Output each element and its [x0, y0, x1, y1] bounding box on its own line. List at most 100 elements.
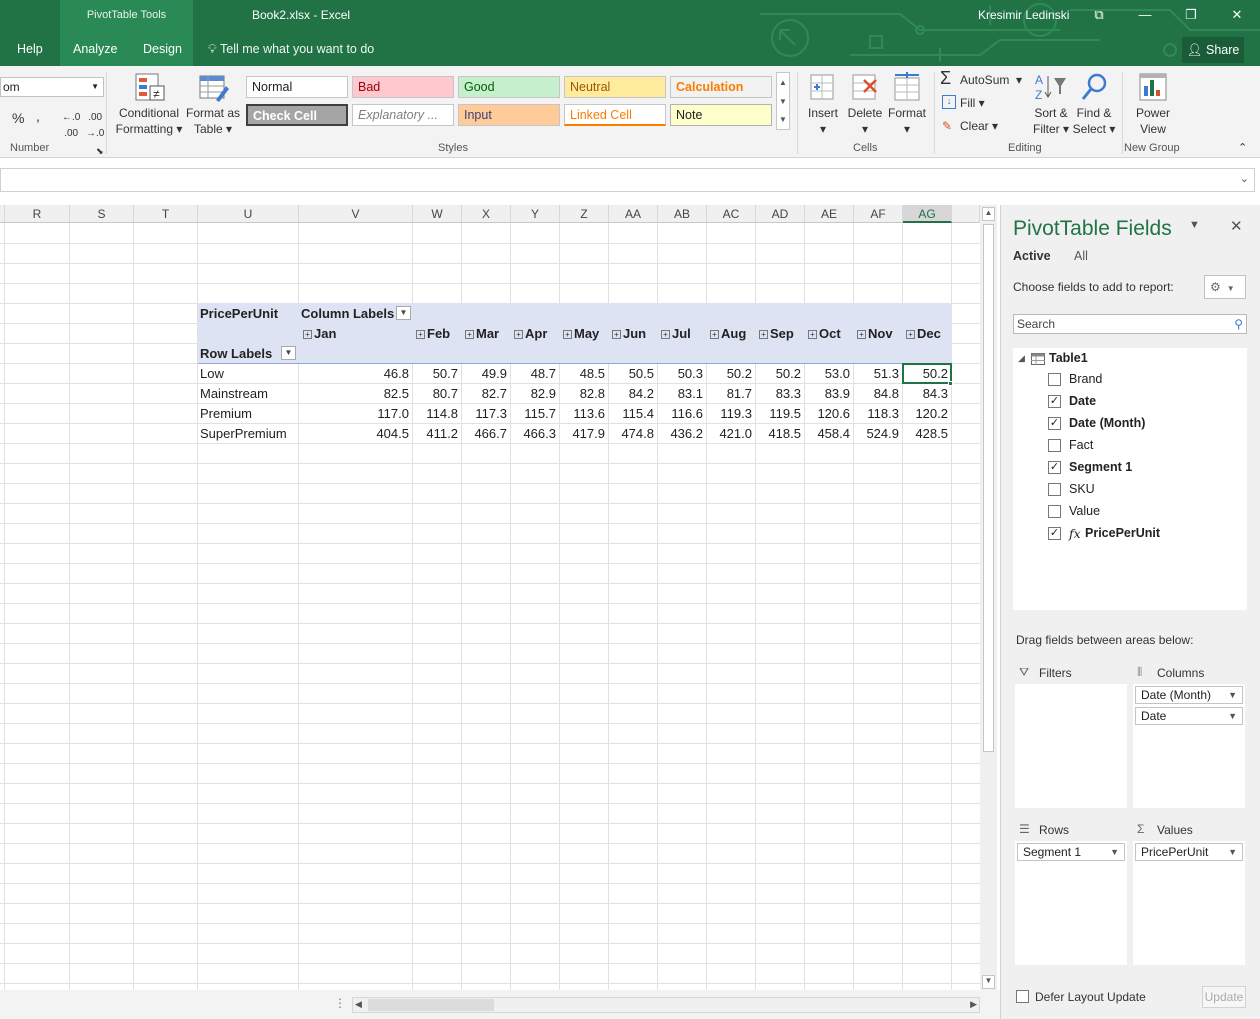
pivot-value-cell[interactable]: 404.5 — [309, 424, 409, 444]
insert-button[interactable]: Insert ▾ — [806, 105, 840, 137]
increase-decimal-icon[interactable]: ←.0.00 — [62, 110, 80, 142]
expand-formula-bar-icon[interactable]: ⌄ — [1240, 172, 1249, 185]
pivot-value-cell[interactable]: 120.6 — [804, 404, 850, 424]
pivot-row-label[interactable]: Premium — [200, 404, 252, 424]
pivot-value-cell[interactable]: 50.5 — [608, 364, 654, 384]
field-label[interactable]: Brand — [1069, 372, 1102, 386]
column-header-ac[interactable]: AC — [707, 205, 756, 223]
minimize-icon[interactable]: — — [1130, 4, 1160, 26]
pivot-value-cell[interactable]: 82.5 — [309, 384, 409, 404]
style-bad[interactable]: Bad — [352, 76, 454, 98]
pivot-value-cell[interactable]: 82.9 — [510, 384, 556, 404]
field-checkbox[interactable]: ✓ — [1048, 527, 1061, 540]
field-label[interactable]: PricePerUnit — [1085, 526, 1160, 540]
pivot-value-cell[interactable]: 474.8 — [608, 424, 654, 444]
field-checkbox[interactable] — [1048, 439, 1061, 452]
styles-gallery-scroll[interactable]: ▲ ▼ ▼ — [776, 72, 790, 130]
month-header-aug[interactable]: + Aug — [710, 324, 746, 344]
style-explanatory[interactable]: Explanatory ... — [352, 104, 454, 126]
collapse-ribbon-icon[interactable]: ⌃ — [1238, 140, 1247, 156]
tab-all[interactable]: All — [1074, 249, 1088, 263]
values-area[interactable]: PricePerUnit ▼ — [1133, 841, 1245, 965]
column-header-aa[interactable]: AA — [609, 205, 658, 223]
month-header-oct[interactable]: + Oct — [808, 324, 841, 344]
expand-plus-icon[interactable]: + — [303, 330, 312, 339]
scroll-up-arrow-icon[interactable]: ▲ — [982, 207, 995, 221]
tools-button[interactable]: ⚙ ▼ — [1204, 275, 1246, 299]
column-header-r[interactable]: R — [5, 205, 70, 223]
column-header-t[interactable]: T — [134, 205, 198, 223]
column-header-x[interactable]: X — [462, 205, 511, 223]
field-checkbox[interactable]: ✓ — [1048, 417, 1061, 430]
share-button[interactable]: 👤︎ Share — [1182, 37, 1244, 63]
pivot-value-cell[interactable]: 53.0 — [804, 364, 850, 384]
percent-button[interactable]: % — [12, 110, 24, 126]
tab-active[interactable]: Active — [1013, 249, 1051, 263]
style-calculation[interactable]: Calculation — [670, 76, 772, 98]
comma-button[interactable]: , — [36, 108, 40, 124]
pivot-value-cell[interactable]: 411.2 — [412, 424, 458, 444]
pivot-value-cell[interactable]: 524.9 — [853, 424, 899, 444]
expand-plus-icon[interactable]: + — [563, 330, 572, 339]
pivot-value-cell[interactable]: 46.8 — [309, 364, 409, 384]
pivot-row-label[interactable]: SuperPremium — [200, 424, 287, 444]
pivot-value-cell[interactable]: 83.9 — [804, 384, 850, 404]
pivot-value-cell[interactable]: 115.4 — [608, 404, 654, 424]
column-header-ag[interactable]: AG — [903, 205, 952, 223]
pivot-value-cell[interactable]: 119.5 — [755, 404, 801, 424]
find-select-button[interactable]: Find & Select ▾ — [1072, 105, 1116, 137]
autosum-button[interactable]: AutoSum ▾ — [960, 72, 1022, 88]
pivot-value-cell[interactable]: 48.5 — [559, 364, 605, 384]
style-good[interactable]: Good — [458, 76, 560, 98]
month-header-may[interactable]: + May — [563, 324, 599, 344]
pivot-row-label[interactable]: Mainstream — [200, 384, 268, 404]
number-format-dropdown[interactable]: om ▼ — [0, 77, 104, 97]
pivot-value-cell[interactable]: 421.0 — [706, 424, 752, 444]
month-header-jan[interactable]: + Jan — [303, 324, 336, 344]
pivot-value-cell[interactable]: 466.7 — [461, 424, 507, 444]
columns-chip-date-month[interactable]: Date (Month) ▼ — [1135, 686, 1243, 704]
split-handle-icon[interactable]: ⋮ — [334, 996, 346, 1010]
pivot-value-cell[interactable]: 117.3 — [461, 404, 507, 424]
expand-plus-icon[interactable]: + — [808, 330, 817, 339]
pivot-value-cell[interactable]: 51.3 — [853, 364, 899, 384]
expand-plus-icon[interactable]: + — [612, 330, 621, 339]
column-header-af[interactable]: AF — [854, 205, 903, 223]
power-view-button[interactable]: Power View — [1130, 105, 1176, 137]
chevron-down-icon[interactable]: ▼ — [1228, 844, 1237, 860]
column-header-ad[interactable]: AD — [756, 205, 805, 223]
column-header-partial[interactable] — [952, 205, 980, 223]
filters-area[interactable] — [1015, 684, 1127, 808]
pivot-value-cell[interactable]: 418.5 — [755, 424, 801, 444]
gallery-more-icon[interactable]: ▼ — [777, 111, 789, 129]
columns-area[interactable]: Date (Month) ▼ Date ▼ — [1133, 684, 1245, 808]
scroll-down-icon[interactable]: ▼ — [777, 92, 789, 111]
month-header-feb[interactable]: + Feb — [416, 324, 450, 344]
pivot-value-cell[interactable]: 118.3 — [853, 404, 899, 424]
fill-handle[interactable] — [948, 381, 953, 386]
pivot-value-cell[interactable]: 50.2 — [755, 364, 801, 384]
column-header-z[interactable]: Z — [560, 205, 609, 223]
pivot-value-cell[interactable]: 84.8 — [853, 384, 899, 404]
pivot-value-cell[interactable]: 50.7 — [412, 364, 458, 384]
conditional-formatting-button[interactable]: Conditional Formatting ▾ — [112, 105, 186, 137]
column-header-u[interactable]: U — [198, 205, 299, 223]
pane-close-icon[interactable]: ✕ — [1230, 217, 1243, 235]
format-button[interactable]: Format ▾ — [886, 105, 928, 137]
expand-plus-icon[interactable]: + — [514, 330, 523, 339]
pivot-value-cell[interactable]: 83.3 — [755, 384, 801, 404]
pane-options-chevron-icon[interactable]: ▼ — [1189, 219, 1200, 231]
column-header-ab[interactable]: AB — [658, 205, 707, 223]
collapse-table-icon[interactable]: ◢ — [1018, 353, 1025, 364]
pivot-value-cell[interactable]: 48.7 — [510, 364, 556, 384]
pivot-value-cell[interactable]: 417.9 — [559, 424, 605, 444]
tab-help[interactable]: Help — [17, 42, 43, 56]
update-button[interactable]: Update — [1202, 986, 1246, 1008]
field-label[interactable]: Date (Month) — [1069, 416, 1145, 430]
pivot-row-label[interactable]: Low — [200, 364, 224, 384]
pivot-value-cell[interactable]: 117.0 — [309, 404, 409, 424]
month-header-mar[interactable]: + Mar — [465, 324, 499, 344]
pivot-value-cell[interactable]: 114.8 — [412, 404, 458, 424]
chevron-down-icon[interactable]: ▼ — [1110, 844, 1119, 860]
vertical-scroll-thumb[interactable] — [983, 224, 994, 752]
